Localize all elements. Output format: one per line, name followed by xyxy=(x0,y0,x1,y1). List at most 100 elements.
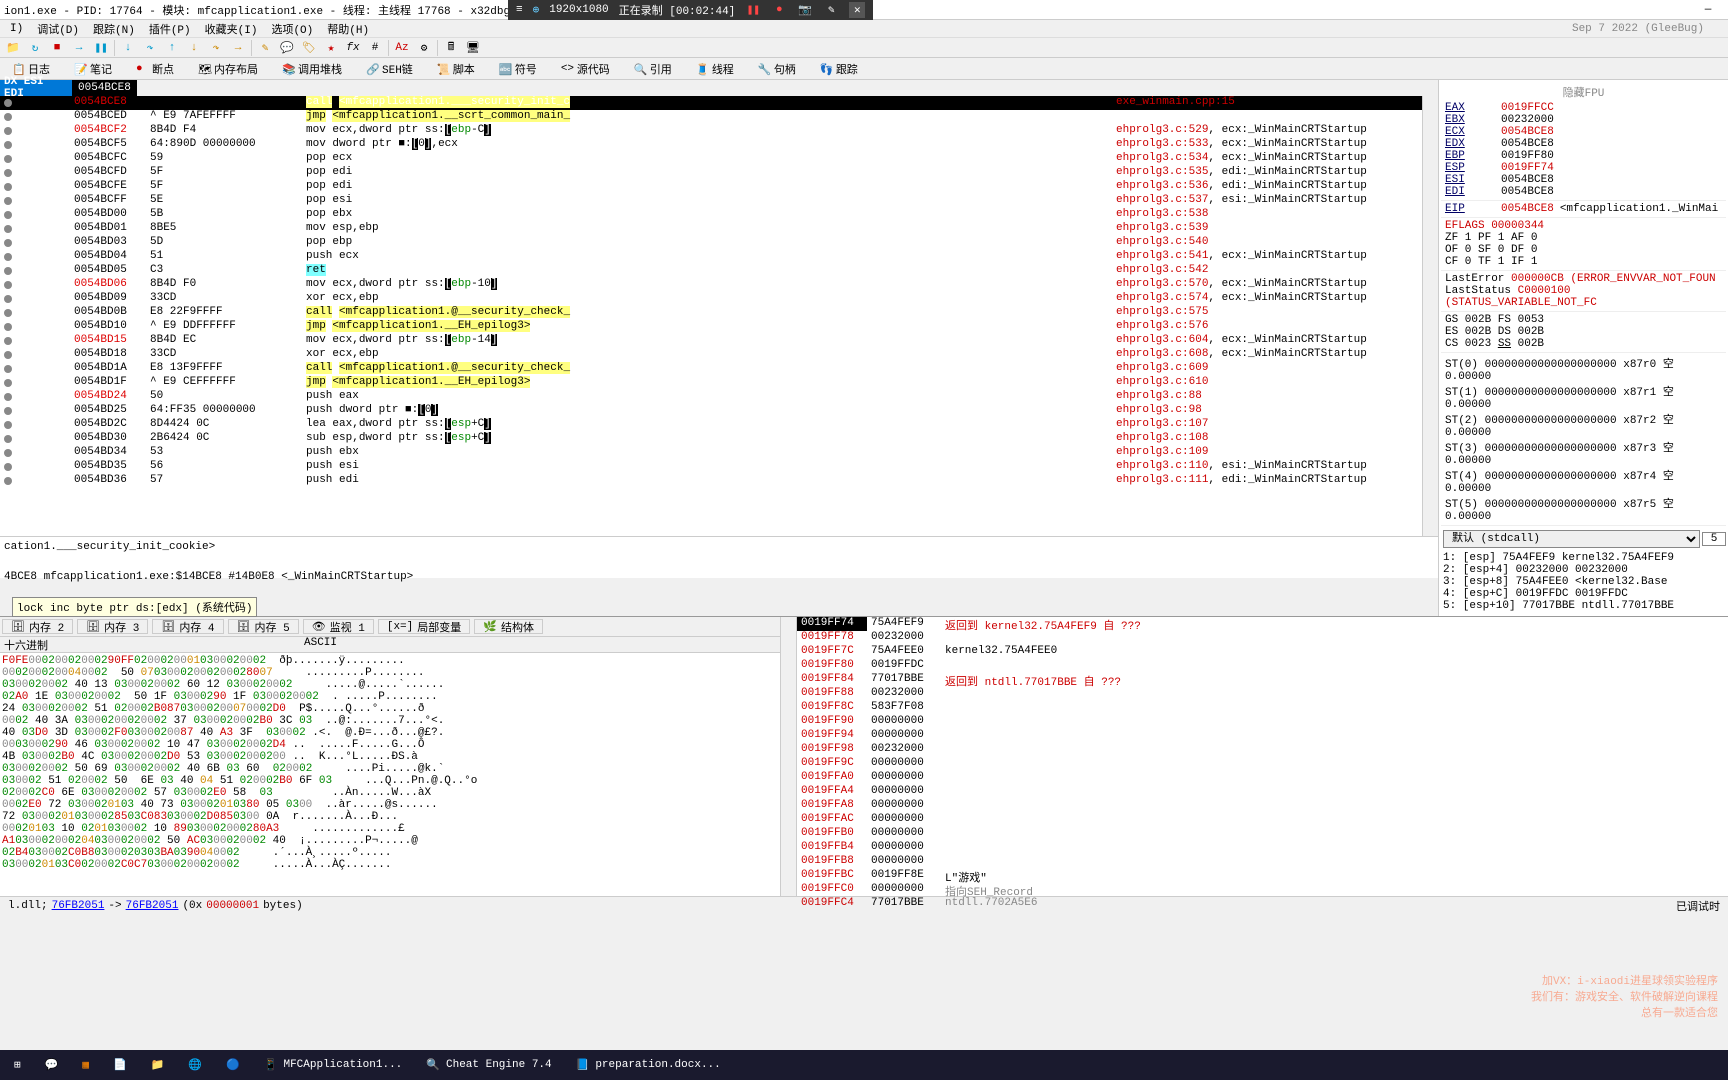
stack-row[interactable]: 0019FF7475A4FEF9返回到 kernel32.75A4FEF9 自 … xyxy=(797,617,1728,631)
disasm-row[interactable]: 0054BD1AE8 13F9FFFFcall <mfcapplication1… xyxy=(0,362,1422,376)
label-icon[interactable]: 🏷 xyxy=(300,39,318,57)
hex-row[interactable]: 02 A0 1E 03 00 02 00 02 50 1F 03 00 02 9… xyxy=(2,691,778,703)
hex-row[interactable]: A1 03 00 02 00 02 04 03 00 02 00 02 50 A… xyxy=(2,835,778,847)
hex-row[interactable]: 4B 03 00 02 B0 4C 03 00 02 00 02 D0 53 0… xyxy=(2,751,778,763)
tab-script[interactable]: 📜脚本 xyxy=(429,59,483,79)
stack-row[interactable]: 0019FFA000000000 xyxy=(797,771,1728,785)
menu-options[interactable]: 选项(O) xyxy=(265,21,319,37)
stack-arg[interactable]: 5: [esp+10] 77017BBE ntdll.77017BBE xyxy=(1443,600,1724,612)
record-icon[interactable]: ● xyxy=(771,2,787,18)
disasm-row[interactable]: 0054BD302B6424 0Csub esp,dword ptr ss:[e… xyxy=(0,432,1422,446)
hamburger-icon[interactable]: ≡ xyxy=(516,4,523,16)
menu-plugins[interactable]: 插件(P) xyxy=(143,21,197,37)
breakpoint-dot[interactable] xyxy=(4,169,12,177)
stack-row[interactable]: 0019FF8477017BBE返回到 ntdll.77017BBE 自 ??? xyxy=(797,673,1728,687)
disasm-row[interactable]: 0054BCED^ E9 7AFEFFFFjmp <mfcapplication… xyxy=(0,110,1422,124)
pause-icon[interactable]: ❚❚ xyxy=(92,39,110,57)
tab-refs[interactable]: 🔍引用 xyxy=(626,59,680,79)
menu-trace[interactable]: 跟踪(N) xyxy=(87,21,141,37)
start-button[interactable]: ⊞ xyxy=(4,1052,31,1078)
disasm-row[interactable]: 0054BCF28B4D F4mov ecx,dword ptr ss:[ebp… xyxy=(0,124,1422,138)
stack-row[interactable]: 0019FF9C00000000 xyxy=(797,757,1728,771)
menu-file[interactable]: I) xyxy=(4,23,29,35)
hex-row[interactable]: 03 00 02 01 03 C0 02 00 02 C0 C7 03 00 0… xyxy=(2,859,778,871)
dump-tab-watch[interactable]: 👁监视 1 xyxy=(303,619,374,634)
calc-icon[interactable]: 🖩 xyxy=(442,39,460,57)
disasm-row[interactable]: 0054BCE8E8 5F0C0000call <mfcapplication1… xyxy=(0,96,1422,110)
breakpoint-dot[interactable] xyxy=(4,211,12,219)
stack-row[interactable]: 0019FF9800232000 xyxy=(797,743,1728,757)
restart-icon[interactable]: ↻ xyxy=(26,39,44,57)
stack-row[interactable]: 0019FFBC0019FF8EL"游戏" xyxy=(797,869,1728,883)
disasm-row[interactable]: 0054BD005Bpop ebxehprolg3.c:538 xyxy=(0,208,1422,222)
hex-row[interactable]: 40 03 D0 3D 03 00 02 F0 03 00 02 00 87 4… xyxy=(2,727,778,739)
stack-row[interactable]: 0019FFB000000000 xyxy=(797,827,1728,841)
stack-row[interactable]: 0019FF9400000000 xyxy=(797,729,1728,743)
comment-icon[interactable]: 💬 xyxy=(278,39,296,57)
breakpoint-dot[interactable] xyxy=(4,393,12,401)
hex-row[interactable]: 72 03 00 02 01 03 00 02 85 03 C0 83 03 0… xyxy=(2,811,778,823)
task-apps[interactable]: ▦ xyxy=(72,1052,99,1078)
stack-panel[interactable]: 0019FF7475A4FEF9返回到 kernel32.75A4FEF9 自 … xyxy=(796,617,1728,896)
breakpoint-dot[interactable] xyxy=(4,141,12,149)
register-row[interactable]: EBX00232000 xyxy=(1441,114,1726,126)
breakpoint-dot[interactable] xyxy=(4,99,12,107)
hash-icon[interactable]: # xyxy=(366,39,384,57)
stack-row[interactable]: 0019FF7800232000 xyxy=(797,631,1728,645)
hex-row[interactable]: 02 00 02 C0 6E 03 00 02 00 02 57 03 00 0… xyxy=(2,787,778,799)
stack-row[interactable]: 0019FFAC00000000 xyxy=(797,813,1728,827)
hex-row[interactable]: 00 02 40 3A 03 00 02 00 02 00 02 37 03 0… xyxy=(2,715,778,727)
breakpoint-dot[interactable] xyxy=(4,421,12,429)
breakpoint-dot[interactable] xyxy=(4,463,12,471)
menu-debug[interactable]: 调试(D) xyxy=(31,21,85,37)
dump-tab-2[interactable]: 🗄内存 2 xyxy=(2,619,73,634)
args-count[interactable] xyxy=(1702,532,1726,546)
stack-row[interactable]: 0019FF8800232000 xyxy=(797,687,1728,701)
disasm-row[interactable]: 0054BD0BE8 22F9FFFFcall <mfcapplication1… xyxy=(0,306,1422,320)
hex-row[interactable]: 00 02 01 03 10 02 01 03 00 02 10 89 03 0… xyxy=(2,823,778,835)
stack-row[interactable]: 0019FF8C583F7F08 xyxy=(797,701,1728,715)
disasm-row[interactable]: 0054BD05C3ret ehprolg3.c:542 xyxy=(0,264,1422,278)
patch-icon[interactable]: ✎ xyxy=(256,39,274,57)
register-row[interactable]: ESI0054BCE8 xyxy=(1441,174,1726,186)
breakpoint-dot[interactable] xyxy=(4,281,12,289)
breakpoint-dot[interactable] xyxy=(4,295,12,303)
stack-row[interactable]: 0019FF7C75A4FEE0kernel32.75A4FEE0 xyxy=(797,645,1728,659)
disasm-row[interactable]: 0054BD3453push ebxehprolg3.c:109 xyxy=(0,446,1422,460)
hex-row[interactable]: 00 02 E0 72 03 00 02 01 03 40 73 03 00 0… xyxy=(2,799,778,811)
stack-row[interactable]: 0019FFA800000000 xyxy=(797,799,1728,813)
step-over-icon[interactable]: ↷ xyxy=(141,39,159,57)
disasm-row[interactable]: 0054BD068B4D F0mov ecx,dword ptr ss:[ebp… xyxy=(0,278,1422,292)
close-rec-icon[interactable]: ✕ xyxy=(849,2,865,18)
hex-row[interactable]: 00 02 00 02 00 04 00 02 50 07 03 00 02 0… xyxy=(2,667,778,679)
disasm-row[interactable]: 0054BD158B4D ECmov ecx,dword ptr ss:[ebp… xyxy=(0,334,1422,348)
tab-memmap[interactable]: 🗺内存布局 xyxy=(190,59,266,79)
target-icon[interactable]: ⊕ xyxy=(533,3,540,17)
stack-row[interactable]: 0019FFA400000000 xyxy=(797,785,1728,799)
disasm-row[interactable]: 0054BCFF5Epop esiehprolg3.c:537, esi:_Wi… xyxy=(0,194,1422,208)
stack-arg[interactable]: 1: [esp] 75A4FEF9 kernel32.75A4FEF9 xyxy=(1443,552,1724,564)
hex-dump[interactable]: F0 FE 00 02 00 02 00 02 90 FF 02 00 02 0… xyxy=(0,653,780,896)
disasm-row[interactable]: 0054BCF564:890D 00000000mov dword ptr ■:… xyxy=(0,138,1422,152)
dump-tab-struct[interactable]: 🌿结构体 xyxy=(474,619,543,634)
breakpoint-dot[interactable] xyxy=(4,239,12,247)
disasm-row[interactable]: 0054BCFE5Fpop ediehprolg3.c:536, edi:_Wi… xyxy=(0,180,1422,194)
status-link2[interactable]: 76FB2051 xyxy=(126,900,179,912)
disasm-row[interactable]: 0054BCFD5Fpop ediehprolg3.c:535, edi:_Wi… xyxy=(0,166,1422,180)
bookmark-icon[interactable]: ★ xyxy=(322,39,340,57)
hex-row[interactable]: 03 00 02 00 02 40 13 03 00 02 00 02 60 1… xyxy=(2,679,778,691)
task-word[interactable]: 📘preparation.docx... xyxy=(566,1052,731,1078)
stop-icon[interactable]: ■ xyxy=(48,39,66,57)
step-into-icon[interactable]: ↓ xyxy=(119,39,137,57)
hex-row[interactable]: 03 00 02 00 02 50 69 03 00 02 00 02 40 6… xyxy=(2,763,778,775)
hex-row[interactable]: 03 00 02 51 02 00 02 50 6E 03 40 04 51 0… xyxy=(2,775,778,787)
tab-callstack[interactable]: 📚调用堆栈 xyxy=(274,59,350,79)
hide-fpu-button[interactable]: 隐藏FPU xyxy=(1441,82,1726,102)
menu-favorites[interactable]: 收藏夹(I) xyxy=(199,21,264,37)
stack-row[interactable]: 0019FFB800000000 xyxy=(797,855,1728,869)
stack-arg[interactable]: 4: [esp+C] 0019FFDC 0019FFDC xyxy=(1443,588,1724,600)
disasm-row[interactable]: 0054BD1833CDxor ecx,ebpehprolg3.c:608, e… xyxy=(0,348,1422,362)
stack-row[interactable]: 0019FFC000000000指向SEH_Record xyxy=(797,883,1728,897)
run-to-icon[interactable]: → xyxy=(229,39,247,57)
register-row[interactable]: EDX0054BCE8 xyxy=(1441,138,1726,150)
